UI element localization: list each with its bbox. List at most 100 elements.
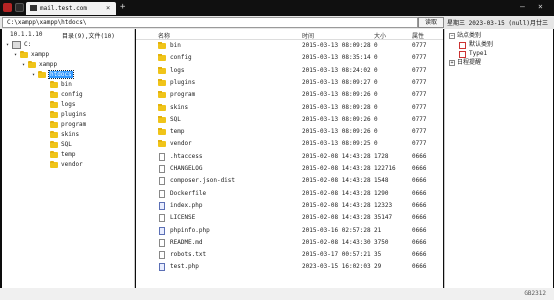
tree-node[interactable]: logs: [50, 101, 75, 109]
file-row[interactable]: skins 2015-03-13 08:09:28 0 0777: [136, 102, 443, 114]
file-row[interactable]: CHANGELOG 2015-02-08 14:43:28 122716 0666: [136, 163, 443, 175]
column-header-size[interactable]: 大小: [374, 31, 386, 40]
read-button[interactable]: 读取: [418, 17, 444, 28]
file-list-body: bin 2015-03-13 08:09:28 0 0777 config 2015-03…: [136, 40, 443, 288]
file-name: program: [170, 91, 196, 99]
file-time: 2015-03-13 08:35:14: [302, 54, 371, 62]
tree-node-label: skins: [61, 131, 80, 138]
tree-node[interactable]: program: [50, 121, 86, 129]
file-icon: [159, 177, 165, 186]
file-row[interactable]: composer.json-dist 2015-02-08 14:43:28 154…: [136, 175, 443, 187]
address-row: C:\xampp\xampp\htdocs\ 读取 星期三 2023-03-15…: [0, 16, 554, 29]
file-attr: 0777: [412, 54, 427, 62]
site-category-panel: − 站点类别 默认类别 Type1 + 日程提醒: [444, 29, 553, 288]
file-row[interactable]: config 2015-03-13 08:35:14 0 0777: [136, 52, 443, 64]
file-time: 2015-02-08 14:43:28: [302, 165, 371, 172]
title-bar: mail.test.com × + — ×: [0, 0, 554, 16]
tree-node[interactable]: config: [50, 91, 83, 99]
file-time: 2015-02-08 14:43:28: [302, 152, 371, 160]
column-header-time[interactable]: 时间: [302, 31, 314, 40]
date-display: 星期三 2023-03-15 (null)月廿三: [447, 20, 549, 27]
tree-node[interactable]: ▾ xampp: [14, 51, 49, 59]
folder-tree: ▾ C: ▾ xampp ▾ xampp ▾ htdocs bin config logs plugi…: [2, 41, 134, 281]
file-time: 2015-03-13 08:09:26: [302, 115, 371, 123]
file-row[interactable]: SQL 2015-03-13 08:09:26 0 0777: [136, 114, 443, 126]
file-name: robots.txt: [170, 251, 207, 259]
folder-icon: [158, 42, 166, 49]
file-list-header: 名称 时间 大小 属性: [136, 29, 443, 40]
file-row[interactable]: robots.txt 2015-03-17 00:57:21 35 0666: [136, 249, 443, 261]
file-time: 2015-02-08 14:43:28: [302, 201, 371, 209]
file-row[interactable]: plugins 2015-03-13 08:09:27 0 0777: [136, 77, 443, 89]
folder-icon: [50, 151, 58, 158]
collapse-minus-icon[interactable]: −: [449, 33, 455, 39]
file-row[interactable]: bin 2015-03-13 08:09:28 0 0777: [136, 40, 443, 52]
tab-close-icon[interactable]: ×: [106, 4, 110, 12]
file-row[interactable]: vendor 2015-03-13 08:09:25 0 0777: [136, 138, 443, 150]
file-size: 21: [374, 226, 382, 234]
file-time: 2015-03-16 02:57:28: [302, 226, 371, 234]
new-tab-button[interactable]: +: [120, 2, 125, 12]
file-size: 29: [374, 263, 382, 271]
minimize-button[interactable]: —: [520, 2, 525, 11]
file-attr: 0666: [412, 152, 427, 160]
file-time: 2015-03-13 08:09:26: [302, 91, 371, 99]
file-time: 2015-03-13 08:09:27: [302, 78, 371, 86]
tree-node-label: plugins: [61, 111, 87, 118]
file-attr: 0666: [412, 189, 427, 197]
file-row[interactable]: LICENSE 2015-02-08 14:43:28 35147 0666: [136, 212, 443, 224]
encoding-status: GB2312: [524, 290, 546, 297]
file-row[interactable]: program 2015-03-13 08:09:26 0 0777: [136, 89, 443, 101]
browser-tab[interactable]: mail.test.com ×: [26, 2, 116, 15]
tree-node[interactable]: ▾ htdocs: [32, 70, 74, 79]
file-size: 122716: [374, 165, 396, 172]
tree-node[interactable]: temp: [50, 151, 75, 159]
tree-node[interactable]: ▾ C:: [6, 41, 31, 49]
file-attr: 0666: [412, 177, 427, 185]
file-name: test.php: [170, 263, 199, 271]
tree-node[interactable]: bin: [50, 81, 72, 89]
file-row[interactable]: README.md 2015-02-08 14:43:30 3750 0666: [136, 237, 443, 249]
tree-node[interactable]: ▾ xampp: [22, 61, 57, 69]
category-item[interactable]: 默认类别: [459, 41, 493, 49]
file-name: Dockerfile: [170, 189, 207, 197]
category-group[interactable]: + 日程提醒: [449, 59, 481, 67]
window-close-button[interactable]: ×: [538, 2, 543, 11]
file-row[interactable]: index.php 2015-02-08 14:43:28 12323 0666: [136, 200, 443, 212]
category-checkbox-icon[interactable]: [459, 42, 466, 49]
file-name: .htaccess: [170, 152, 203, 160]
file-size: 0: [374, 66, 378, 74]
file-row[interactable]: .htaccess 2015-02-08 14:43:28 1728 0666: [136, 151, 443, 163]
status-bar: GB2312: [0, 288, 554, 300]
php-file-icon: [159, 226, 165, 235]
app-close-icon[interactable]: [3, 3, 12, 12]
category-group[interactable]: − 站点类别: [449, 32, 481, 40]
file-time: 2015-02-08 14:43:28: [302, 177, 371, 185]
file-name: logs: [170, 66, 185, 74]
file-row[interactable]: test.php 2023-03-15 16:02:03 29 0666: [136, 261, 443, 273]
address-input[interactable]: C:\xampp\xampp\htdocs\: [2, 17, 418, 28]
file-attr: 0666: [412, 214, 427, 222]
file-row[interactable]: Dockerfile 2015-02-08 14:43:28 1290 0666: [136, 188, 443, 200]
file-icon: [159, 238, 165, 247]
file-name: phpinfo.php: [170, 226, 210, 234]
file-row[interactable]: temp 2015-03-13 08:09:26 0 0777: [136, 126, 443, 138]
server-ip: 10.1.1.10: [10, 31, 43, 38]
tree-node[interactable]: plugins: [50, 111, 86, 119]
tree-node[interactable]: SQL: [50, 141, 72, 149]
column-header-attr[interactable]: 属性: [412, 31, 424, 40]
tree-node-label: vendor: [61, 161, 83, 168]
file-time: 2015-02-08 14:43:30: [302, 238, 371, 246]
tree-node[interactable]: vendor: [50, 161, 83, 169]
favicon-icon: [30, 5, 37, 11]
expand-plus-icon[interactable]: +: [449, 60, 455, 66]
category-item[interactable]: Type1: [459, 50, 487, 58]
tree-node[interactable]: skins: [50, 131, 79, 139]
file-attr: 0777: [412, 140, 427, 148]
file-name: README.md: [170, 238, 203, 246]
column-header-name[interactable]: 名称: [158, 31, 170, 40]
file-row[interactable]: logs 2015-03-13 08:24:02 0 0777: [136, 65, 443, 77]
tree-node-label: xampp: [31, 51, 50, 58]
category-checkbox-icon[interactable]: [459, 51, 466, 58]
file-row[interactable]: phpinfo.php 2015-03-16 02:57:28 21 0666: [136, 225, 443, 237]
